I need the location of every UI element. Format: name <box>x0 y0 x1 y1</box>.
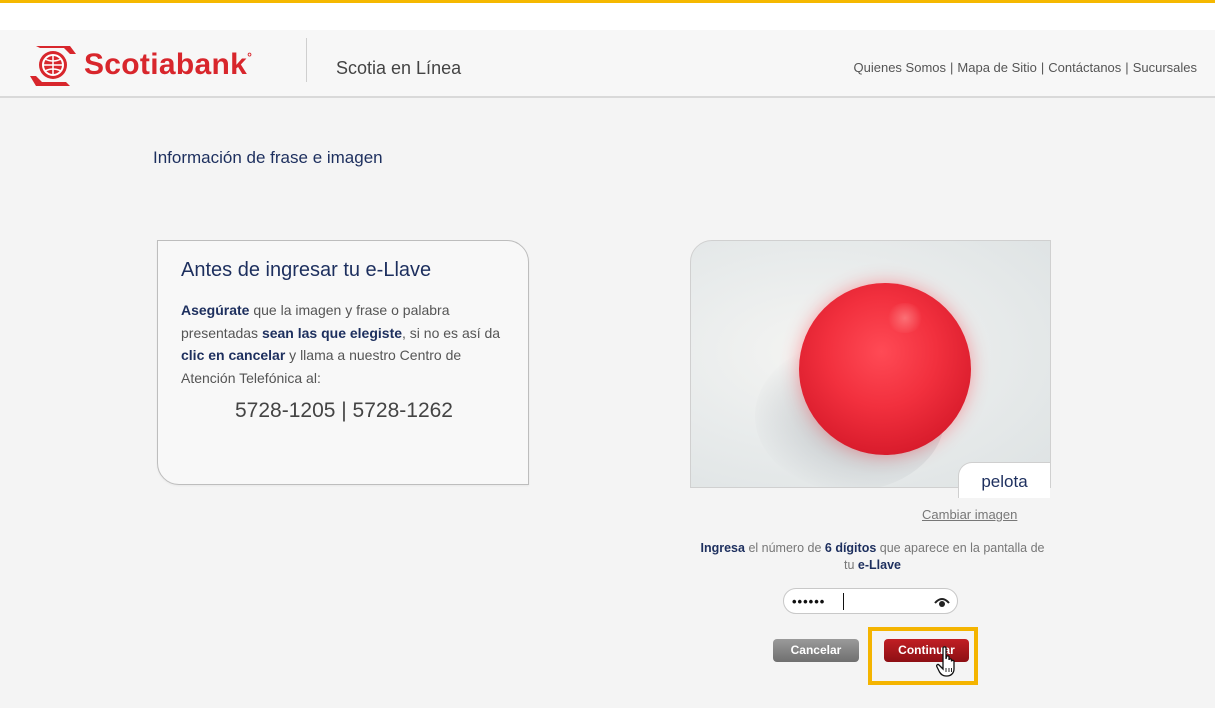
info-card-body: Asegúrate que la imagen y frase o palabr… <box>181 299 511 389</box>
page-title: Información de frase e imagen <box>153 148 383 167</box>
continue-highlight <box>868 627 978 685</box>
scotiabank-logo-icon <box>30 46 76 86</box>
security-phrase: pelota <box>958 462 1050 498</box>
link-separator: | <box>950 60 954 75</box>
top-margin <box>0 3 1215 30</box>
scotiabank-logo[interactable]: Scotiabank° <box>30 44 252 86</box>
info-card-title: Antes de ingresar tu e-Llave <box>181 259 432 281</box>
info-text: , si no es así da <box>402 324 501 341</box>
eye-icon[interactable] <box>934 595 950 609</box>
change-image-link[interactable]: Cambiar imagen <box>922 507 1017 522</box>
header-divider <box>306 38 307 82</box>
otp-field[interactable] <box>783 588 958 614</box>
app-name: Scotia en Línea <box>336 58 462 78</box>
otp-instructions: Ingresa el número de 6 dígitos que apare… <box>695 540 1050 574</box>
cancel-button[interactable]: Cancelar <box>773 639 859 662</box>
info-text-bold: clic en cancelar <box>181 347 286 363</box>
instruction-bold: 6 dígitos <box>824 541 877 555</box>
info-text-bold: Asegúrate <box>181 302 250 318</box>
instruction-bold: e-Llave <box>857 558 901 572</box>
otp-input[interactable] <box>792 592 932 610</box>
link-separator: | <box>1125 60 1129 75</box>
info-text-bold: sean las que elegiste <box>261 324 403 341</box>
link-quienes-somos[interactable]: Quienes Somos <box>854 60 947 75</box>
link-mapa-de-sitio[interactable]: Mapa de Sitio <box>957 60 1037 75</box>
link-contactanos[interactable]: Contáctanos <box>1048 60 1121 75</box>
red-ball-image <box>799 283 971 455</box>
ball-highlight <box>886 303 924 333</box>
logo-wordmark: Scotiabank° <box>84 48 253 81</box>
header-links: Quienes Somos | Mapa de Sitio | Contácta… <box>854 60 1197 75</box>
support-phones: 5728-1205 | 5728-1262 <box>235 399 453 422</box>
security-image <box>690 240 1051 488</box>
site-header: Scotiabank° Scotia en Línea Quienes Somo… <box>0 30 1215 98</box>
link-sucursales[interactable]: Sucursales <box>1133 60 1197 75</box>
instruction-text: el número de <box>744 541 825 555</box>
instruction-bold: Ingresa <box>700 541 745 555</box>
hand-cursor-icon <box>936 646 955 677</box>
info-card: Antes de ingresar tu e-Llave Asegúrate q… <box>157 240 529 485</box>
link-separator: | <box>1040 60 1045 75</box>
text-caret <box>843 593 844 610</box>
